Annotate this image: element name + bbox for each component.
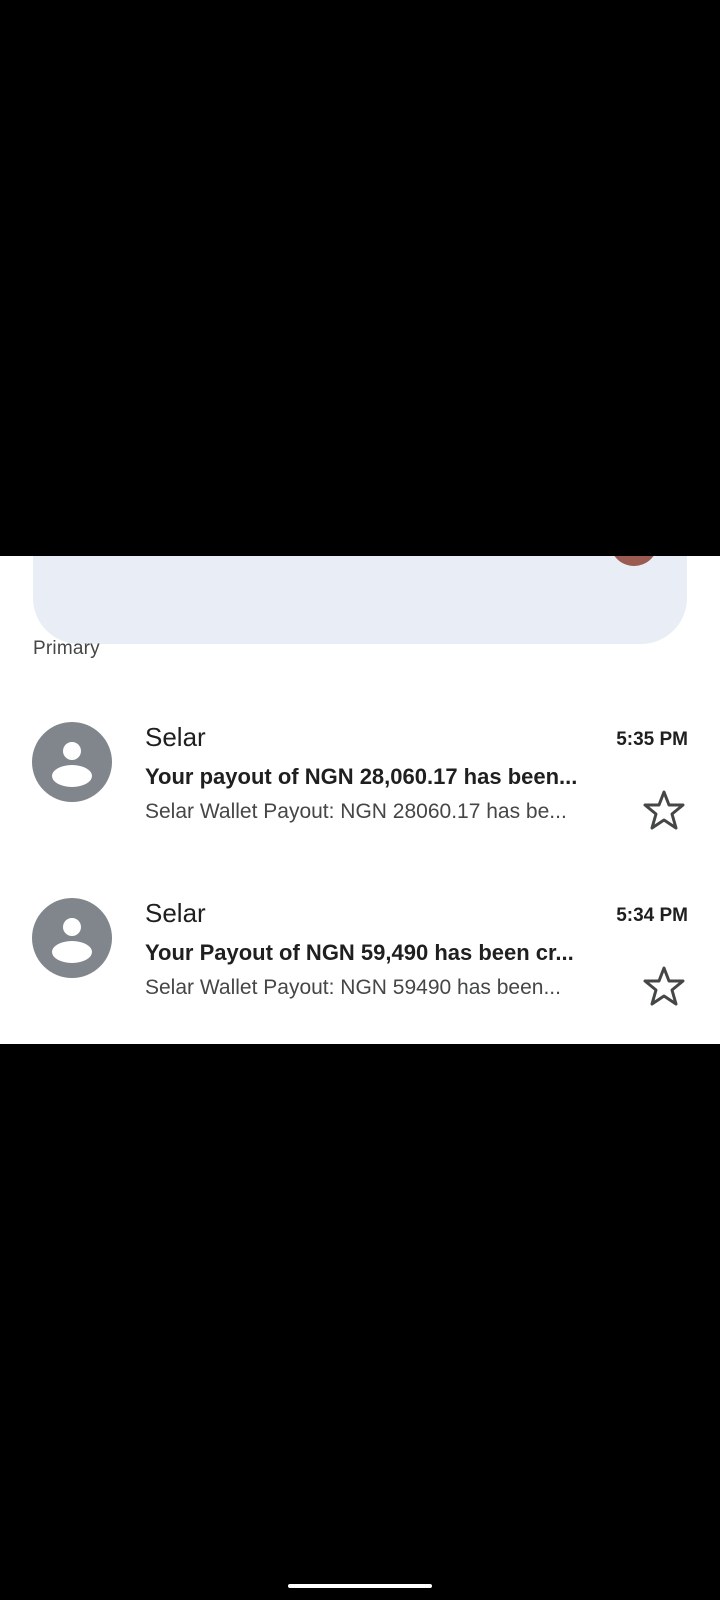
email-subject: Your payout of NGN 28,060.17 has been...	[145, 764, 578, 789]
inbox-panel: Primary Selar 5:35 PM Your payout of NGN…	[0, 556, 720, 1044]
blacked-out-region-bottom	[0, 1044, 720, 1600]
email-subject: Your Payout of NGN 59,490 has been cr...	[145, 940, 574, 965]
email-sender: Selar	[145, 898, 206, 928]
email-list-item[interactable]: Selar 5:35 PM Your payout of NGN 28,060.…	[0, 708, 720, 868]
blacked-out-region-top	[0, 0, 720, 556]
section-label-primary: Primary	[33, 638, 100, 659]
person-icon[interactable]	[32, 898, 112, 978]
person-icon[interactable]	[32, 722, 112, 802]
email-time: 5:34 PM	[616, 905, 688, 926]
home-indicator[interactable]	[288, 1584, 432, 1588]
screen: Primary Selar 5:35 PM Your payout of NGN…	[0, 0, 720, 1600]
email-snippet: Selar Wallet Payout: NGN 59490 has been.…	[145, 976, 561, 999]
email-snippet: Selar Wallet Payout: NGN 28060.17 has be…	[145, 800, 567, 823]
email-time: 5:35 PM	[616, 729, 688, 750]
star-icon[interactable]	[642, 964, 686, 1008]
email-list-item[interactable]: Selar 5:34 PM Your Payout of NGN 59,490 …	[0, 884, 720, 1044]
email-sender: Selar	[145, 722, 206, 752]
star-icon[interactable]	[642, 788, 686, 832]
search-bar[interactable]	[33, 556, 687, 644]
